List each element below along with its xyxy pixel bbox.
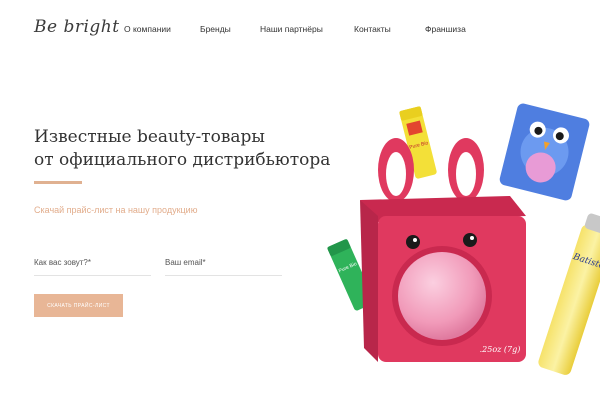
email-field xyxy=(165,252,282,276)
price-list-link[interactable]: Скачай прайс-лист на нашу продукцию xyxy=(34,205,197,215)
name-field xyxy=(34,252,151,276)
name-input[interactable] xyxy=(34,258,151,276)
accent-divider xyxy=(34,181,82,184)
main-nav: О компании Бренды Наши партнёры Контакты… xyxy=(0,24,600,38)
product-weight-label: .25oz (7g) xyxy=(480,345,521,354)
blue-owl-box xyxy=(499,103,590,201)
blush-compact xyxy=(398,252,486,340)
download-price-list-button[interactable]: Скачать прайс-лист xyxy=(34,294,123,317)
nav-item-franchise[interactable]: Франшиза xyxy=(425,24,466,34)
hero-title: Известные beauty-товары от официального … xyxy=(34,126,330,172)
hero-product-image: Pure Bio Pure Bio Batiste .25oz (7g) xyxy=(327,103,600,375)
nav-item-contacts[interactable]: Контакты xyxy=(354,24,391,34)
nav-item-partners[interactable]: Наши партнёры xyxy=(260,24,323,34)
email-input[interactable] xyxy=(165,258,282,276)
nav-item-about[interactable]: О компании xyxy=(124,24,171,34)
pink-blush-box: .25oz (7g) xyxy=(360,138,526,362)
nav-item-brands[interactable]: Бренды xyxy=(200,24,231,34)
hero-title-line-2: от официального дистрибьютора xyxy=(34,150,331,170)
hero-title-line-1: Известные beauty-товары xyxy=(34,127,265,147)
dry-shampoo-can: Batiste xyxy=(538,213,600,375)
